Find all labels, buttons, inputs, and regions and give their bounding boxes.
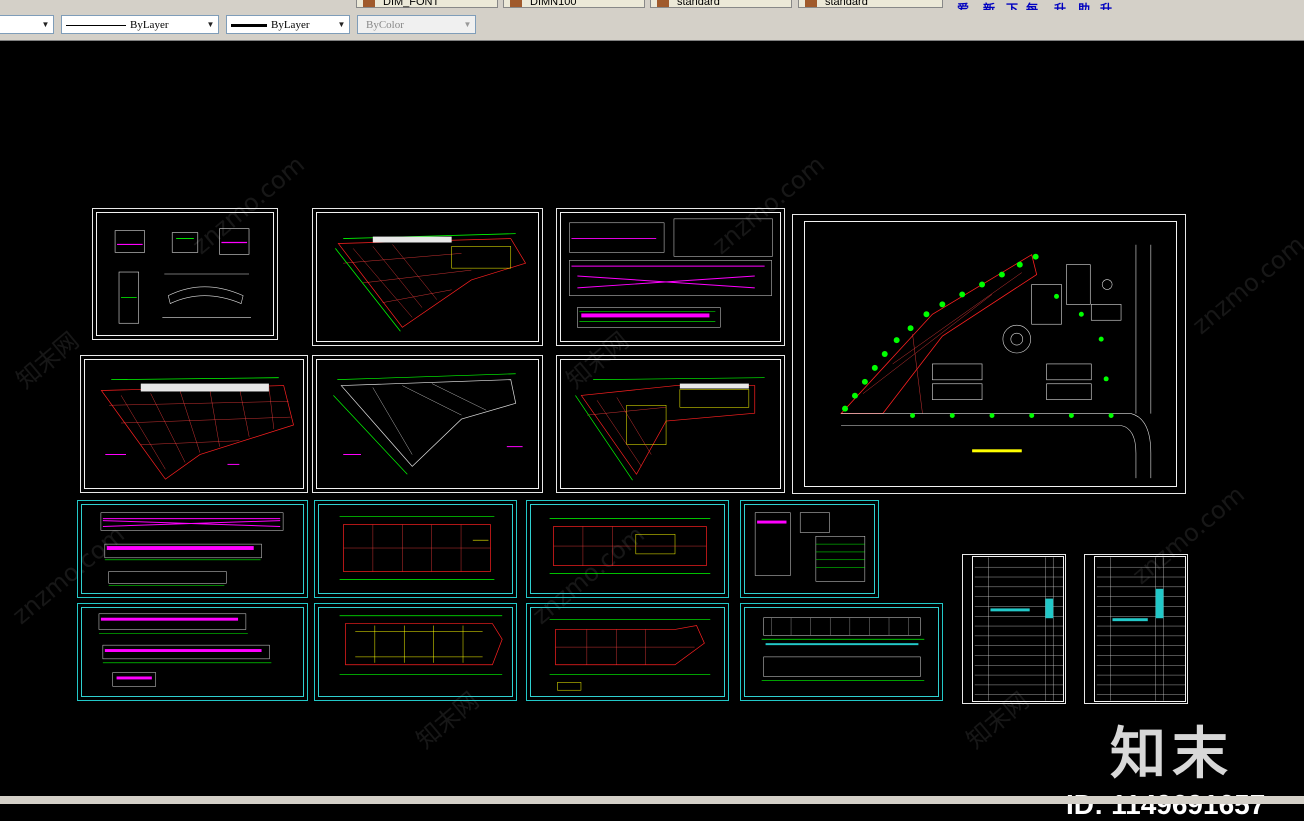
drawing-index-sheet[interactable] xyxy=(1084,554,1188,704)
plan-drawing xyxy=(339,615,503,675)
index-table xyxy=(1096,557,1186,701)
site-plan-sheet[interactable] xyxy=(792,214,1186,494)
cn-btn-6[interactable]: 助 xyxy=(1078,0,1090,10)
tablestyle-icon xyxy=(805,0,817,7)
drawing-sheet[interactable] xyxy=(740,603,943,701)
drawing-sheet[interactable] xyxy=(92,208,278,340)
drawing-sheet[interactable] xyxy=(526,603,729,701)
chevron-down-icon: ▼ xyxy=(206,20,215,29)
lineweight-dropdown[interactable]: ByLayer ▼ xyxy=(226,15,350,34)
plan-drawing xyxy=(100,377,294,480)
tablestyle-dropdown[interactable]: standard xyxy=(798,0,943,8)
linetype-preview xyxy=(66,25,126,26)
drawing-index-sheet[interactable] xyxy=(962,554,1066,704)
dimstyle-icon xyxy=(363,0,375,7)
brand-logo: 知末 xyxy=(1110,722,1234,787)
layer-color-dropdown[interactable]: ▼ xyxy=(0,15,54,34)
dimstyle-dropdown[interactable]: DIM_FONT xyxy=(356,0,498,8)
status-bar xyxy=(0,796,1304,804)
cn-btn-4[interactable]: 每 xyxy=(1026,0,1038,10)
elevation-drawing xyxy=(100,512,284,586)
plan-drawing xyxy=(335,233,527,332)
elevation-drawing xyxy=(569,218,773,328)
plan-drawing xyxy=(549,518,711,574)
cn-btn-5[interactable]: 升 xyxy=(1054,0,1066,10)
drawing-canvas[interactable]: znzmo.com znzmo.com znzmo.com znzmo.com … xyxy=(0,41,1304,820)
elevation-drawing xyxy=(98,613,272,687)
dimstyle2-dropdown[interactable]: DIMN100 xyxy=(503,0,645,8)
cn-btn-2[interactable]: 新 xyxy=(983,0,995,10)
drawing-sheet[interactable] xyxy=(77,603,308,701)
plotstyle-dropdown: ByColor ▼ xyxy=(357,15,476,34)
drawing-sheet[interactable] xyxy=(312,355,543,493)
detail-drawing xyxy=(114,228,251,324)
watermark-text: znzmo.com xyxy=(1187,230,1304,340)
drawing-sheet[interactable] xyxy=(314,500,517,598)
properties-toolbar: ▼ ByLayer ▼ ByLayer ▼ ByColor ▼ xyxy=(0,10,1304,41)
chevron-down-icon: ▼ xyxy=(337,20,346,29)
textstyle-dropdown[interactable]: standard xyxy=(650,0,792,8)
plan-drawing xyxy=(549,619,711,691)
linetype-dropdown[interactable]: ByLayer ▼ xyxy=(61,15,219,34)
lineweight-preview xyxy=(231,24,267,27)
drawing-sheet[interactable] xyxy=(312,208,543,346)
dimstyle2-icon xyxy=(510,0,522,7)
drawing-sheet[interactable] xyxy=(556,208,785,346)
detail-drawing xyxy=(754,512,866,582)
styles-toolbar: DIM_FONT DIMN100 standard standard 爱 新 下… xyxy=(0,0,1304,10)
cn-btn-7[interactable]: 升 xyxy=(1100,0,1112,10)
image-id-label: ID: 1149691657 xyxy=(1066,789,1266,820)
plan-drawing xyxy=(339,516,495,580)
drawing-sheet[interactable] xyxy=(314,603,517,701)
textstyle-icon xyxy=(657,0,669,7)
site-plan-drawing xyxy=(840,244,1152,479)
index-table xyxy=(974,557,1064,701)
drawing-sheet[interactable] xyxy=(740,500,879,598)
drawing-sheet[interactable] xyxy=(526,500,729,598)
roof-plan-drawing xyxy=(333,373,523,475)
drawing-sheet[interactable] xyxy=(77,500,308,598)
watermark-cn: 知末网 xyxy=(11,326,85,395)
chevron-down-icon: ▼ xyxy=(41,20,50,29)
plan-drawing xyxy=(575,377,765,481)
elevation-drawing xyxy=(761,617,925,681)
cn-btn-3[interactable]: 下 xyxy=(1006,0,1018,10)
chevron-down-icon: ▼ xyxy=(463,20,472,29)
drawing-sheet[interactable] xyxy=(80,355,308,493)
drawing-sheet[interactable] xyxy=(556,355,785,493)
cn-btn-1[interactable]: 爱 xyxy=(957,0,969,10)
